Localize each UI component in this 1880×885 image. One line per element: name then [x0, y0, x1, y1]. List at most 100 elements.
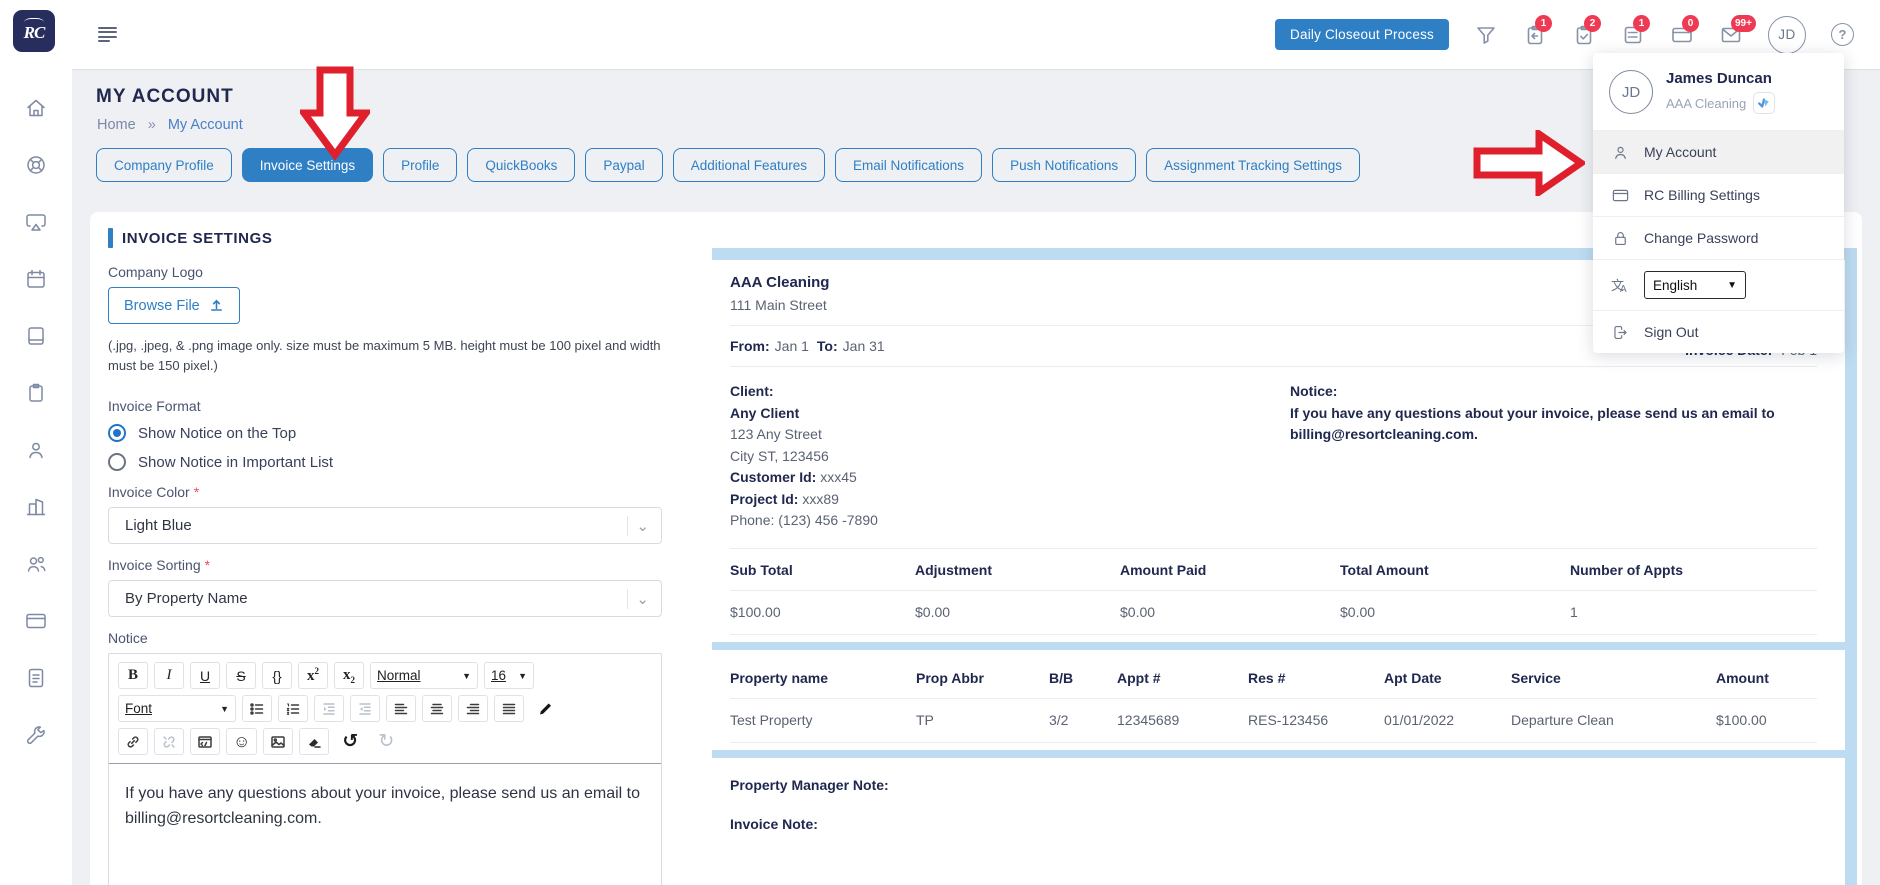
align-right-button[interactable]	[458, 695, 488, 723]
user-menu-header: JD James Duncan AAA Cleaning	[1593, 53, 1844, 130]
subscript-button[interactable]: x2	[334, 662, 364, 690]
help-icon[interactable]: ?	[1831, 23, 1854, 46]
document-icon[interactable]	[24, 666, 48, 690]
screen-cast-icon[interactable]	[24, 210, 48, 234]
align-left-button[interactable]	[386, 695, 416, 723]
translate-icon: 文A	[1611, 277, 1627, 295]
bullet-list-button[interactable]	[242, 695, 272, 723]
align-center-button[interactable]	[422, 695, 452, 723]
tab-push-notifications[interactable]: Push Notifications	[992, 148, 1137, 182]
breadcrumb-home[interactable]: Home	[97, 117, 136, 133]
tab-email-notifications[interactable]: Email Notifications	[835, 148, 983, 182]
code-braces-button[interactable]: {}	[262, 662, 292, 690]
invoice-color-right-bar	[1845, 248, 1857, 885]
invoice-color-value: Light Blue	[125, 517, 192, 535]
section-accent-bar	[108, 228, 113, 248]
client-city: City ST, 123456	[730, 447, 829, 464]
redo-button[interactable]: ↻	[371, 728, 402, 756]
client-address: 123 Any Street	[730, 426, 822, 442]
indent-button[interactable]	[314, 695, 344, 723]
breadcrumb: Home » My Account	[97, 117, 243, 133]
company-logo-chip-icon	[1753, 92, 1776, 114]
tab-invoice-settings[interactable]: Invoice Settings	[241, 148, 374, 182]
credit-card-icon[interactable]	[24, 609, 48, 633]
page-title: MY ACCOUNT	[96, 86, 234, 107]
clipboard-icon[interactable]	[24, 381, 48, 405]
building-icon[interactable]	[24, 495, 48, 519]
section-heading: INVOICE SETTINGS	[108, 228, 668, 248]
code-view-button[interactable]	[190, 728, 220, 756]
menu-item-language: 文A English ▼	[1593, 259, 1844, 310]
book-icon[interactable]	[24, 324, 48, 348]
person-icon[interactable]	[24, 438, 48, 462]
select-divider	[627, 515, 629, 536]
radio-show-notice-important[interactable]: Show Notice in Important List	[108, 453, 668, 472]
tasks-icon[interactable]: 2	[1572, 14, 1601, 47]
language-select[interactable]: English ▼	[1644, 271, 1746, 299]
outdent-button[interactable]	[350, 695, 380, 723]
remove-link-button[interactable]	[154, 728, 184, 756]
calendar-icon[interactable]	[24, 267, 48, 291]
invoice-client-block: Client: Any Client 123 Any Street City S…	[730, 381, 1290, 532]
assignments-icon[interactable]: 1	[1523, 14, 1552, 47]
font-size-dropdown[interactable]: 16 ▼	[484, 662, 534, 690]
daily-closeout-button[interactable]: Daily Closeout Process	[1275, 19, 1449, 50]
numbered-list-button[interactable]	[278, 695, 308, 723]
messages-icon[interactable]: 99+	[1719, 14, 1756, 47]
paragraph-style-dropdown[interactable]: Normal ▼	[370, 662, 478, 690]
insert-link-button[interactable]	[118, 728, 148, 756]
tab-assignment-tracking[interactable]: Assignment Tracking Settings	[1146, 148, 1360, 182]
eraser-button[interactable]	[299, 728, 330, 756]
underline-button[interactable]: U	[190, 662, 220, 690]
browse-file-button[interactable]: Browse File	[108, 287, 240, 324]
notice-editor-content[interactable]: If you have any questions about your inv…	[109, 764, 661, 850]
invoice-color-strip	[712, 749, 1845, 758]
left-sidebar: RC	[0, 0, 72, 885]
user-company: AAA Cleaning	[1666, 95, 1747, 111]
menu-item-change-password[interactable]: Change Password	[1593, 216, 1844, 259]
radio-show-notice-top[interactable]: Show Notice on the Top	[108, 424, 668, 443]
filter-icon[interactable]	[1474, 23, 1498, 47]
support-lifebuoy-icon[interactable]	[24, 153, 48, 177]
radio-label: Show Notice in Important List	[138, 453, 334, 471]
emoji-button[interactable]: ☺	[226, 728, 258, 756]
menu-toggle-icon[interactable]	[98, 26, 118, 43]
italic-button[interactable]: I	[154, 662, 184, 690]
bold-button[interactable]: B	[118, 662, 148, 690]
home-icon[interactable]	[24, 96, 48, 120]
upload-icon	[210, 299, 222, 311]
invoice-items-table: Property name Prop Abbr B/B Appt # Res #…	[730, 657, 1817, 743]
insert-image-button[interactable]	[263, 728, 294, 756]
invoice-format-label: Invoice Format	[108, 398, 201, 415]
rc-logo[interactable]: RC	[13, 10, 55, 52]
tab-profile[interactable]: Profile	[383, 148, 458, 182]
text-color-pen-button[interactable]	[530, 695, 560, 723]
menu-item-sign-out[interactable]: Sign Out	[1593, 310, 1844, 353]
tab-company-profile[interactable]: Company Profile	[96, 148, 232, 182]
invoice-color-select[interactable]: Light Blue ⌄	[108, 507, 662, 545]
to-label: To:	[816, 338, 838, 354]
required-asterisk: *	[204, 557, 211, 574]
tab-paypal[interactable]: Paypal	[585, 148, 663, 182]
select-divider	[627, 588, 629, 609]
lock-icon	[1615, 231, 1626, 245]
menu-item-rc-billing-settings[interactable]: RC Billing Settings	[1593, 173, 1844, 216]
superscript-button[interactable]: x2	[298, 662, 328, 690]
menu-item-my-account[interactable]: My Account	[1593, 130, 1844, 173]
section-title: INVOICE SETTINGS	[122, 229, 273, 247]
invoice-sorting-select[interactable]: By Property Name ⌄	[108, 580, 662, 618]
undo-button[interactable]: ↺	[335, 728, 366, 756]
team-icon[interactable]	[24, 552, 48, 576]
billing-card-icon[interactable]: 0	[1670, 14, 1699, 47]
rc-logo-text: RC	[23, 23, 46, 42]
wrench-icon[interactable]	[24, 723, 48, 747]
font-family-dropdown[interactable]: Font ▼	[118, 695, 236, 723]
justify-button[interactable]	[494, 695, 524, 723]
invoice-client-notice-row: Client: Any Client 123 Any Street City S…	[730, 367, 1817, 532]
tab-additional-features[interactable]: Additional Features	[672, 148, 826, 182]
strikethrough-button[interactable]: S	[226, 662, 256, 690]
tab-quickbooks[interactable]: QuickBooks	[467, 148, 576, 182]
checklist-icon[interactable]: 1	[1621, 14, 1650, 47]
sidebar-nav	[0, 96, 72, 747]
user-avatar[interactable]: JD	[1768, 15, 1806, 54]
